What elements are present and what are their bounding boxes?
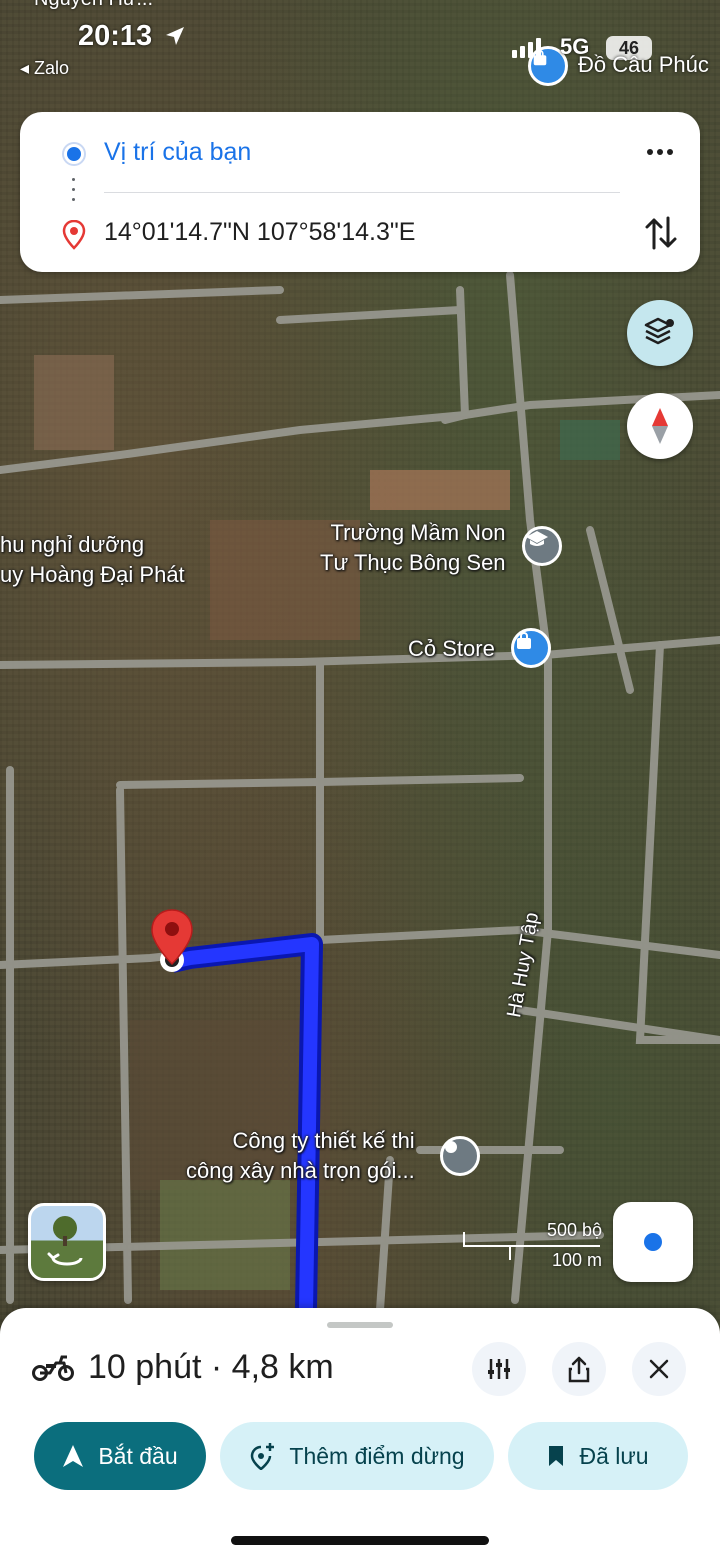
poi-label-line: uy Hoàng Đại Phát (0, 562, 185, 587)
navigation-arrow-icon (63, 1445, 84, 1467)
poi-label-school[interactable]: Trường Mầm Non Tư Thục Bông Sen (320, 518, 506, 578)
sliders-icon (488, 1359, 510, 1379)
swap-icon[interactable] (642, 212, 680, 254)
status-bar: Nguyễn Hữ... 20:13 ◂ Zalo 5G 46 Đồ Câu P… (0, 0, 720, 100)
signal-icon (512, 38, 541, 58)
close-icon (649, 1359, 669, 1379)
route-summary: 10 phút · 4,8 km (88, 1348, 334, 1386)
drag-handle[interactable] (327, 1322, 393, 1328)
divider (104, 192, 620, 193)
layers-button[interactable] (627, 300, 693, 366)
start-label: Bắt đầu (98, 1442, 178, 1469)
saved-label: Đã lưu (579, 1442, 649, 1469)
back-to-app-link[interactable]: ◂ Zalo (20, 58, 69, 79)
route-bottom-sheet: 10 phút · 4,8 km Bắt đầu Thêm điểm dừng … (0, 1308, 720, 1560)
compass-icon (652, 408, 668, 444)
map-label-partial: Nguyễn Hữ... (34, 0, 153, 11)
route-options-button[interactable] (472, 1342, 526, 1396)
scale-bar (463, 1232, 600, 1260)
add-stop-button[interactable]: Thêm điểm dừng (220, 1422, 494, 1490)
add-location-icon (251, 1443, 275, 1470)
company-pin-icon[interactable] (440, 1136, 480, 1176)
home-indicator[interactable] (231, 1536, 489, 1545)
destination-field[interactable]: 14°01'14.7"N 107°58'14.3"E (104, 218, 415, 247)
poi-label-store[interactable]: Cỏ Store (408, 634, 495, 664)
status-time: 20:13 (78, 20, 186, 53)
bookmark-icon (549, 1446, 564, 1466)
poi-label-resort[interactable]: hu nghỉ dưỡng uy Hoàng Đại Phát (0, 530, 185, 590)
poi-label-line: Trường Mầm Non (330, 520, 506, 545)
store-pin-icon[interactable] (511, 628, 551, 668)
time-text: 20:13 (78, 20, 153, 52)
add-stop-label: Thêm điểm dừng (289, 1442, 465, 1469)
poi-label-line: hu nghỉ dưỡng (0, 532, 145, 557)
destination-marker-icon (62, 219, 86, 255)
poi-label-line: công xây nhà trọn gói... (186, 1158, 415, 1183)
close-button[interactable] (632, 1342, 686, 1396)
poi-label-top[interactable]: Đồ Câu Phúc (578, 52, 709, 78)
poi-label-line: Tư Thục Bông Sen (320, 550, 506, 575)
origin-dot-icon (64, 144, 84, 164)
origin-field[interactable]: Vị trí của bạn (104, 138, 251, 167)
school-pin-icon[interactable] (522, 526, 562, 566)
motorbike-icon (32, 1352, 74, 1387)
compass-button[interactable] (627, 393, 693, 459)
location-arrow-icon (166, 27, 185, 45)
poi-label-company[interactable]: Công ty thiết kế thi công xây nhà trọn g… (186, 1126, 415, 1186)
route-connector-icon (72, 178, 76, 208)
layers-icon (644, 317, 674, 345)
poi-label-line: Công ty thiết kế thi (232, 1128, 415, 1153)
share-icon (568, 1356, 590, 1383)
route-card: Vị trí của bạn 14°01'14.7"N 107°58'14.3"… (20, 112, 700, 272)
street-view-thumbnail[interactable] (28, 1203, 106, 1281)
my-location-button[interactable] (613, 1202, 693, 1282)
more-options-button[interactable] (640, 136, 680, 168)
start-button[interactable]: Bắt đầu (34, 1422, 206, 1490)
share-button[interactable] (552, 1342, 606, 1396)
saved-button[interactable]: Đã lưu (508, 1422, 688, 1490)
my-location-icon (644, 1233, 662, 1251)
map-scale: 500 bộ 100 m (462, 1220, 602, 1278)
